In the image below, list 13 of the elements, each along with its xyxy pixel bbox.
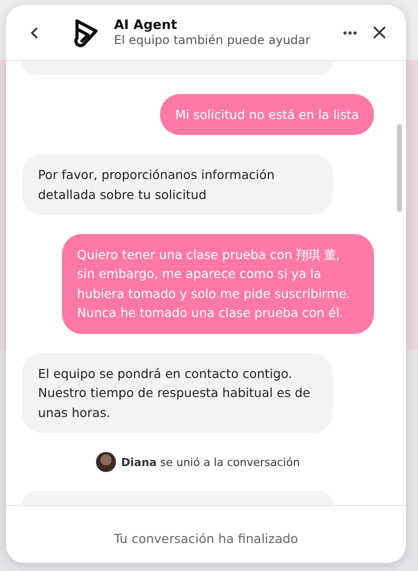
logo-icon xyxy=(74,18,100,48)
close-icon xyxy=(373,26,386,39)
chevron-left-icon xyxy=(30,26,40,40)
join-notice: Diana se unió a la conversación xyxy=(121,456,300,469)
message-bubble: Quiero tener una clase prueba con 翔琪 董, sin embargo, me aparece como si ya la hubiera tomado y solo me pide suscribirme. Nunca he tomado una clase prueba con él. xyxy=(62,234,374,334)
agent-name: AI Agent xyxy=(114,18,178,33)
conversation-ended-text: Tu conversación ha finalizado xyxy=(114,531,298,546)
message-bubble: El equipo se pondrá en contacto contigo. Nuestro tiempo de respuesta habitual es de unas horas. xyxy=(22,352,333,434)
message-bubble: Mi solicitud no está en la lista xyxy=(160,94,374,136)
more-icon xyxy=(343,30,357,34)
agent-subtitle: El equipo también puede ayudar xyxy=(114,33,312,47)
message-bubble: Por favor, proporciónanos información detallada sobre tu solicitud xyxy=(22,154,333,216)
avatar xyxy=(96,452,116,472)
